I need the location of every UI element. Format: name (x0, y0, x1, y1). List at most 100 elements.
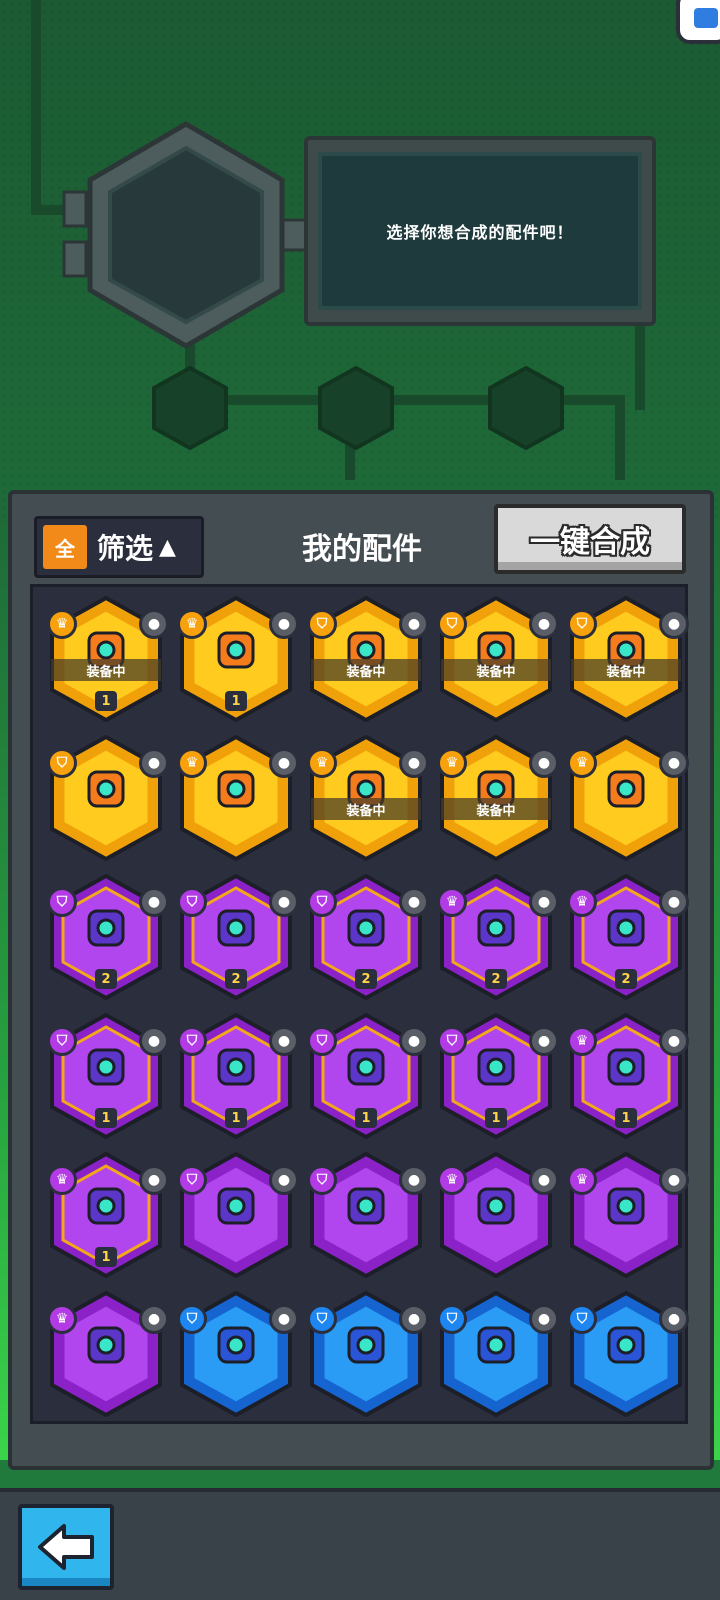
part-card[interactable]: ⛉ ● (171, 1147, 301, 1286)
crown-rank-icon: ♛ (47, 1304, 77, 1334)
purple-robot-icon (217, 1187, 255, 1225)
arc-icon: ● (529, 1026, 559, 1056)
brick-icon: ● (269, 887, 299, 917)
part-card[interactable]: ⛉ ● 装备中 (561, 591, 691, 730)
shield-rank-icon: ⛉ (47, 887, 77, 917)
blue-pod-icon (607, 1326, 645, 1364)
part-card[interactable]: ⛉ ● 2 (171, 869, 301, 1008)
part-card[interactable]: ♛ ● 1 (41, 1147, 171, 1286)
equipped-label: 装备中 (311, 798, 421, 820)
crown-rank-icon: ♛ (47, 1165, 77, 1195)
shield-rank-icon: ⛉ (177, 1165, 207, 1195)
crown-rank-icon: ♛ (567, 748, 597, 778)
purple-battery-icon (477, 909, 515, 947)
cone-icon: ● (529, 887, 559, 917)
one-click-merge-button[interactable]: 一键合成 (494, 504, 686, 574)
purple-triangle-icon (87, 1187, 125, 1225)
crown-rank-icon: ♛ (437, 748, 467, 778)
panel-title: 我的配件 (302, 532, 422, 567)
bottle-icon: ● (659, 887, 689, 917)
purple-cannon-icon (477, 1187, 515, 1225)
part-card[interactable]: ♛ ● 装备中 (431, 730, 561, 869)
filter-label: 筛选 (97, 532, 154, 565)
orange-speaker-icon (87, 770, 125, 808)
shield-rank-icon: ⛉ (47, 1026, 77, 1056)
part-card[interactable]: ⛉ ● 1 (171, 1008, 301, 1147)
shield-rank-icon: ⛉ (437, 609, 467, 639)
dust-icon: ● (269, 1304, 299, 1334)
part-count: 2 (615, 969, 637, 989)
shield-rank-icon: ⛉ (307, 887, 337, 917)
part-card[interactable]: ♛ ● (171, 730, 301, 869)
part-card[interactable]: ♛ ● (561, 730, 691, 869)
part-card[interactable]: ♛ ● 1 (171, 591, 301, 730)
part-count: 1 (615, 1108, 637, 1128)
part-count: 2 (95, 969, 117, 989)
shield-rank-icon: ⛉ (307, 609, 337, 639)
part-card[interactable]: ⛉ ● (561, 1286, 691, 1425)
part-card[interactable]: ⛉ ● (301, 1147, 431, 1286)
soccer-icon: ● (529, 748, 559, 778)
equipped-label: 装备中 (571, 659, 681, 681)
equipped-label: 装备中 (441, 659, 551, 681)
device-icon: ● (659, 748, 689, 778)
crown-rank-icon: ♛ (437, 887, 467, 917)
shield-rank-icon: ⛉ (307, 1304, 337, 1334)
part-card[interactable]: ♛ ● 装备中 1 (41, 591, 171, 730)
crown-rank-icon: ♛ (177, 748, 207, 778)
merge-button-label: 一键合成 (530, 525, 650, 560)
purple-pod-icon (347, 1187, 385, 1225)
crown-rank-icon: ♛ (567, 1026, 597, 1056)
purple-triangle-icon (607, 909, 645, 947)
part-card[interactable]: ⛉ ● (301, 1286, 431, 1425)
part-card[interactable]: ⛉ ● 1 (301, 1008, 431, 1147)
shield-rank-icon: ⛉ (177, 1026, 207, 1056)
part-card[interactable]: ⛉ ● 1 (41, 1008, 171, 1147)
blue-cube-icon (477, 1326, 515, 1364)
parts-grid-area[interactable]: ♛ ● 装备中 1 ♛ ● 1 ⛉ ● 装备中 ⛉ ● 装备中 ⛉ ● 装备中 ⛉ ● ♛ ● ♛ ● 装备中 ♛ ● 装备中 ♛ ●… (30, 584, 691, 1424)
back-button[interactable] (18, 1504, 114, 1590)
part-card[interactable]: ♛ ● (561, 1147, 691, 1286)
device-icon: ● (139, 609, 169, 639)
part-card[interactable]: ⛉ ● 1 (431, 1008, 561, 1147)
purple-core-icon (87, 1326, 125, 1364)
purple-speaker-icon (477, 1048, 515, 1086)
rocket-icon: ● (139, 1026, 169, 1056)
equipped-label: 装备中 (441, 798, 551, 820)
part-card[interactable]: ♛ ● 2 (431, 869, 561, 1008)
saw-icon: ● (659, 1304, 689, 1334)
part-count: 1 (95, 1247, 117, 1267)
shield-rank-icon: ⛉ (437, 1026, 467, 1056)
part-card[interactable]: ⛉ ● 2 (41, 869, 171, 1008)
purple-pod-icon (347, 909, 385, 947)
part-card[interactable]: ⛉ ● (41, 730, 171, 869)
part-card[interactable]: ♛ ● 装备中 (301, 730, 431, 869)
part-card[interactable]: ♛ ● (431, 1147, 561, 1286)
corner-menu-button[interactable] (676, 0, 720, 44)
bottom-bar (0, 1488, 720, 1600)
part-card[interactable]: ♛ ● 2 (561, 869, 691, 1008)
part-count: 2 (485, 969, 507, 989)
crown-rank-icon: ♛ (47, 609, 77, 639)
radar-icon: ● (269, 1026, 299, 1056)
part-count: 2 (355, 969, 377, 989)
crown-rank-icon: ♛ (567, 1165, 597, 1195)
arc-icon: ● (529, 1304, 559, 1334)
equipped-label: 装备中 (51, 659, 161, 681)
message-box: 选择你想合成的配件吧！ (304, 136, 656, 326)
shield-rank-icon: ⛉ (307, 1026, 337, 1056)
part-card[interactable]: ⛉ ● 装备中 (301, 591, 431, 730)
purple-arm-icon (217, 1048, 255, 1086)
part-card[interactable]: ♛ ● 1 (561, 1008, 691, 1147)
orange-gem-icon (607, 770, 645, 808)
part-card[interactable]: ⛉ ● 装备中 (431, 591, 561, 730)
part-card[interactable]: ♛ ● (41, 1286, 171, 1425)
parts-grid: ♛ ● 装备中 1 ♛ ● 1 ⛉ ● 装备中 ⛉ ● 装备中 ⛉ ● 装备中 ⛉ ● ♛ ● ♛ ● 装备中 ♛ ● 装备中 ♛ ●… (41, 591, 691, 1421)
part-card[interactable]: ⛉ ● (171, 1286, 301, 1425)
filter-button[interactable]: 全 筛选 ▲ (34, 516, 204, 578)
brick-icon: ● (399, 1026, 429, 1056)
part-card[interactable]: ⛉ ● 2 (301, 869, 431, 1008)
shield-rank-icon: ⛉ (177, 887, 207, 917)
plant-icon: ● (529, 609, 559, 639)
part-card[interactable]: ⛉ ● (431, 1286, 561, 1425)
